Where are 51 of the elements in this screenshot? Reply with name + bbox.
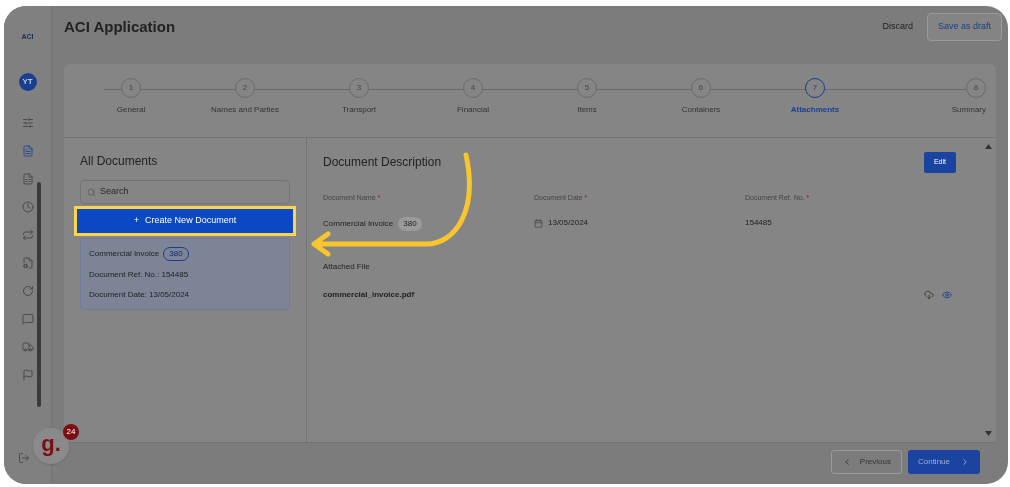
- field-value: Commercial Invoice: [323, 218, 394, 230]
- document-date: Document Date: 13/05/2024: [89, 289, 191, 301]
- create-document-button[interactable]: + Create New Document: [77, 209, 293, 233]
- step-label: Financial: [457, 104, 489, 116]
- step-label: Transport: [342, 104, 376, 116]
- step-number[interactable]: 4: [463, 78, 483, 98]
- step-number[interactable]: 7: [805, 78, 825, 98]
- page-title: ACI Application: [64, 16, 176, 37]
- logout-icon[interactable]: [18, 452, 30, 464]
- widget-logo: g.: [41, 433, 61, 455]
- file-name[interactable]: commercial_invoice.pdf: [323, 289, 415, 301]
- document-gear-icon[interactable]: [21, 256, 34, 269]
- continue-button[interactable]: Continue: [907, 449, 980, 474]
- chat-icon[interactable]: [21, 312, 34, 325]
- chevron-right-icon: [960, 456, 970, 467]
- step-label: Items: [577, 104, 597, 116]
- document-icon[interactable]: [21, 144, 34, 157]
- step-label: General: [116, 104, 146, 116]
- previous-button[interactable]: Previous: [830, 449, 902, 474]
- spreadsheet-icon[interactable]: [21, 172, 34, 185]
- document-name: Commercial Invoice: [89, 248, 160, 260]
- step-label: Attachments: [790, 104, 840, 116]
- search-input[interactable]: Search: [100, 185, 250, 199]
- flag-icon[interactable]: [21, 368, 34, 381]
- eye-icon[interactable]: [942, 290, 952, 300]
- document-card[interactable]: Commercial Invoice 380 Document Ref. No.: 154485 Document Date: 13/05/2024: [80, 238, 290, 310]
- field-value: 13/05/2024: [548, 217, 589, 229]
- repeat-icon[interactable]: [21, 228, 34, 241]
- search-icon: [87, 187, 96, 197]
- scroll-down-icon[interactable]: [985, 431, 992, 436]
- section-title: Document Description: [323, 154, 442, 172]
- step-label: Names and Parties: [211, 104, 279, 116]
- sliders-icon[interactable]: [21, 116, 34, 129]
- rotate-icon[interactable]: [21, 284, 34, 297]
- truck-icon[interactable]: [21, 340, 34, 353]
- avatar[interactable]: YT: [18, 72, 37, 91]
- attached-label: Attached File: [323, 261, 371, 273]
- step-label: Containers: [681, 104, 721, 116]
- field-value: 154485: [745, 217, 772, 229]
- code-badge: 380: [398, 217, 422, 231]
- clock-icon[interactable]: [21, 200, 34, 213]
- scrollbar[interactable]: [37, 182, 41, 407]
- scroll-up-icon[interactable]: [985, 144, 992, 149]
- download-icon[interactable]: [924, 290, 934, 300]
- save-draft-button[interactable]: Save as draft: [926, 13, 1002, 41]
- document-ref: Document Ref. No.: 154485: [89, 269, 190, 281]
- calendar-icon: [534, 218, 543, 228]
- section-title: All Documents: [80, 153, 159, 170]
- search-field[interactable]: Search: [80, 180, 290, 204]
- discard-button[interactable]: Discard: [882, 20, 913, 34]
- step-label: Summary: [951, 104, 986, 116]
